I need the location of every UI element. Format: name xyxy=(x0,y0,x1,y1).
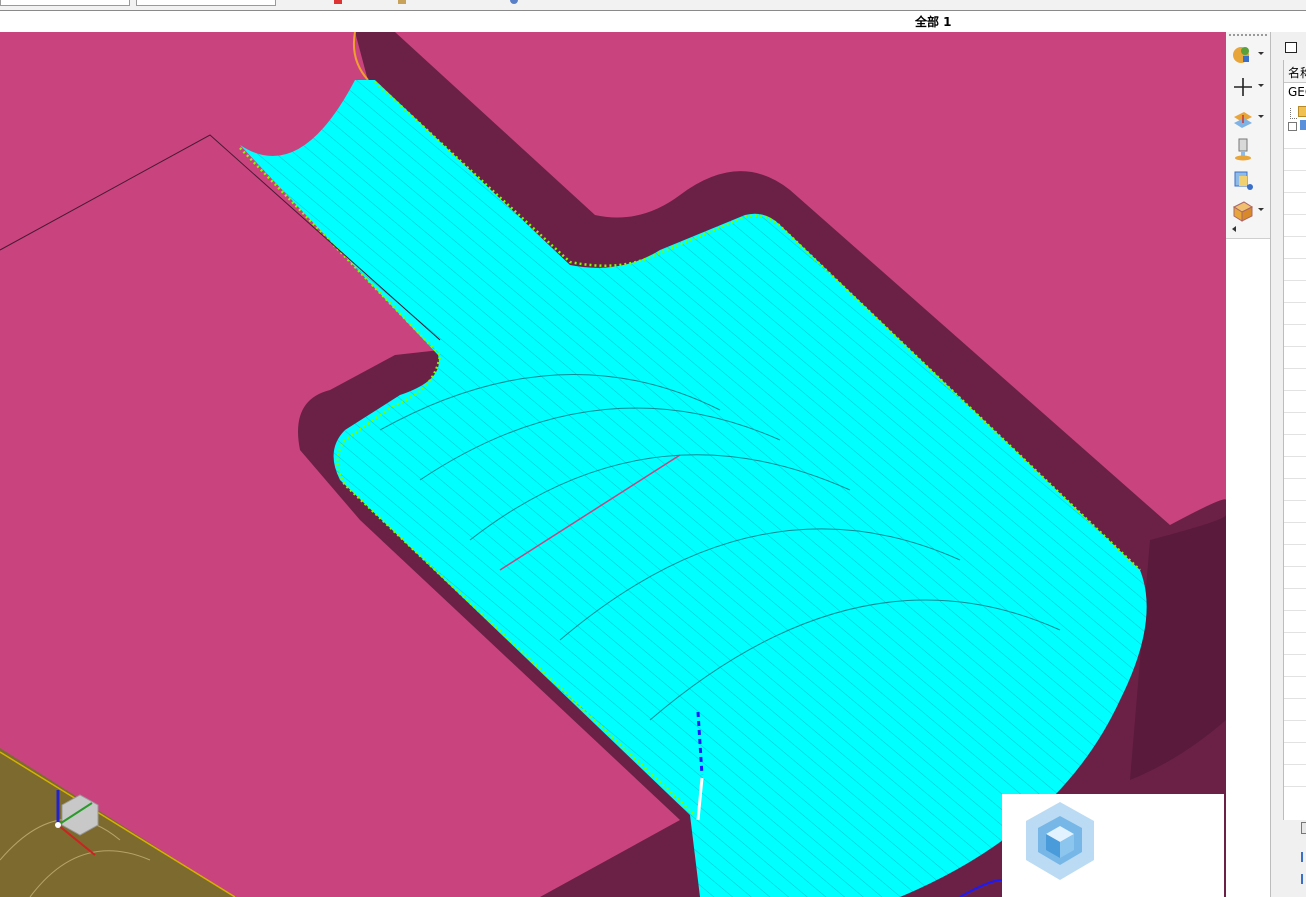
model-view xyxy=(0,32,1226,897)
tool-holder-icon xyxy=(1235,138,1251,161)
collapse-icon[interactable] xyxy=(1288,122,1297,131)
selection-count-label: 全部 1 xyxy=(915,15,952,29)
create-tool-button[interactable] xyxy=(1230,136,1266,162)
workpiece-button[interactable] xyxy=(1230,198,1266,224)
create-program-button[interactable] xyxy=(1230,42,1266,68)
program-icon xyxy=(1233,47,1249,63)
operation-navigator: 名称 GEOMETRY xyxy=(1270,32,1306,897)
snap-icon[interactable] xyxy=(510,0,518,4)
scope-filter-combo[interactable] xyxy=(136,0,276,6)
mcs-icon[interactable] xyxy=(1300,120,1306,130)
tree-connector xyxy=(1290,108,1297,119)
create-operation-button[interactable] xyxy=(1230,105,1266,131)
column-header-name[interactable]: 名称 xyxy=(1284,60,1306,83)
toolbar-grip[interactable] xyxy=(1229,34,1267,38)
navigator-tree: 名称 GEOMETRY xyxy=(1283,60,1306,820)
select-icon[interactable] xyxy=(398,0,406,4)
method-icon xyxy=(1234,171,1253,190)
watermark-logo xyxy=(1002,794,1224,897)
maximize-icon[interactable] xyxy=(1285,42,1297,53)
create-method-button[interactable] xyxy=(1230,167,1266,193)
dependencies-button[interactable] xyxy=(1301,852,1306,862)
operation-icon xyxy=(1234,112,1252,128)
operation-toolbar xyxy=(1226,32,1271,239)
details-button[interactable] xyxy=(1301,822,1306,834)
tree-item-geometry[interactable]: GEOMETRY xyxy=(1288,85,1306,99)
folder-icon[interactable] xyxy=(1298,106,1306,117)
create-geometry-button[interactable] xyxy=(1230,74,1266,100)
properties-button[interactable] xyxy=(1301,874,1306,884)
type-filter-combo[interactable] xyxy=(0,0,130,6)
selection-status-row: 全部 1 xyxy=(0,11,1306,31)
plus-icon xyxy=(1234,78,1252,96)
filter-icon[interactable] xyxy=(334,0,342,4)
top-toolbar xyxy=(0,0,1306,11)
toolbar-overflow-icon[interactable] xyxy=(1232,226,1236,232)
workpiece-icon xyxy=(1232,201,1254,222)
graphics-viewport[interactable] xyxy=(0,32,1226,897)
